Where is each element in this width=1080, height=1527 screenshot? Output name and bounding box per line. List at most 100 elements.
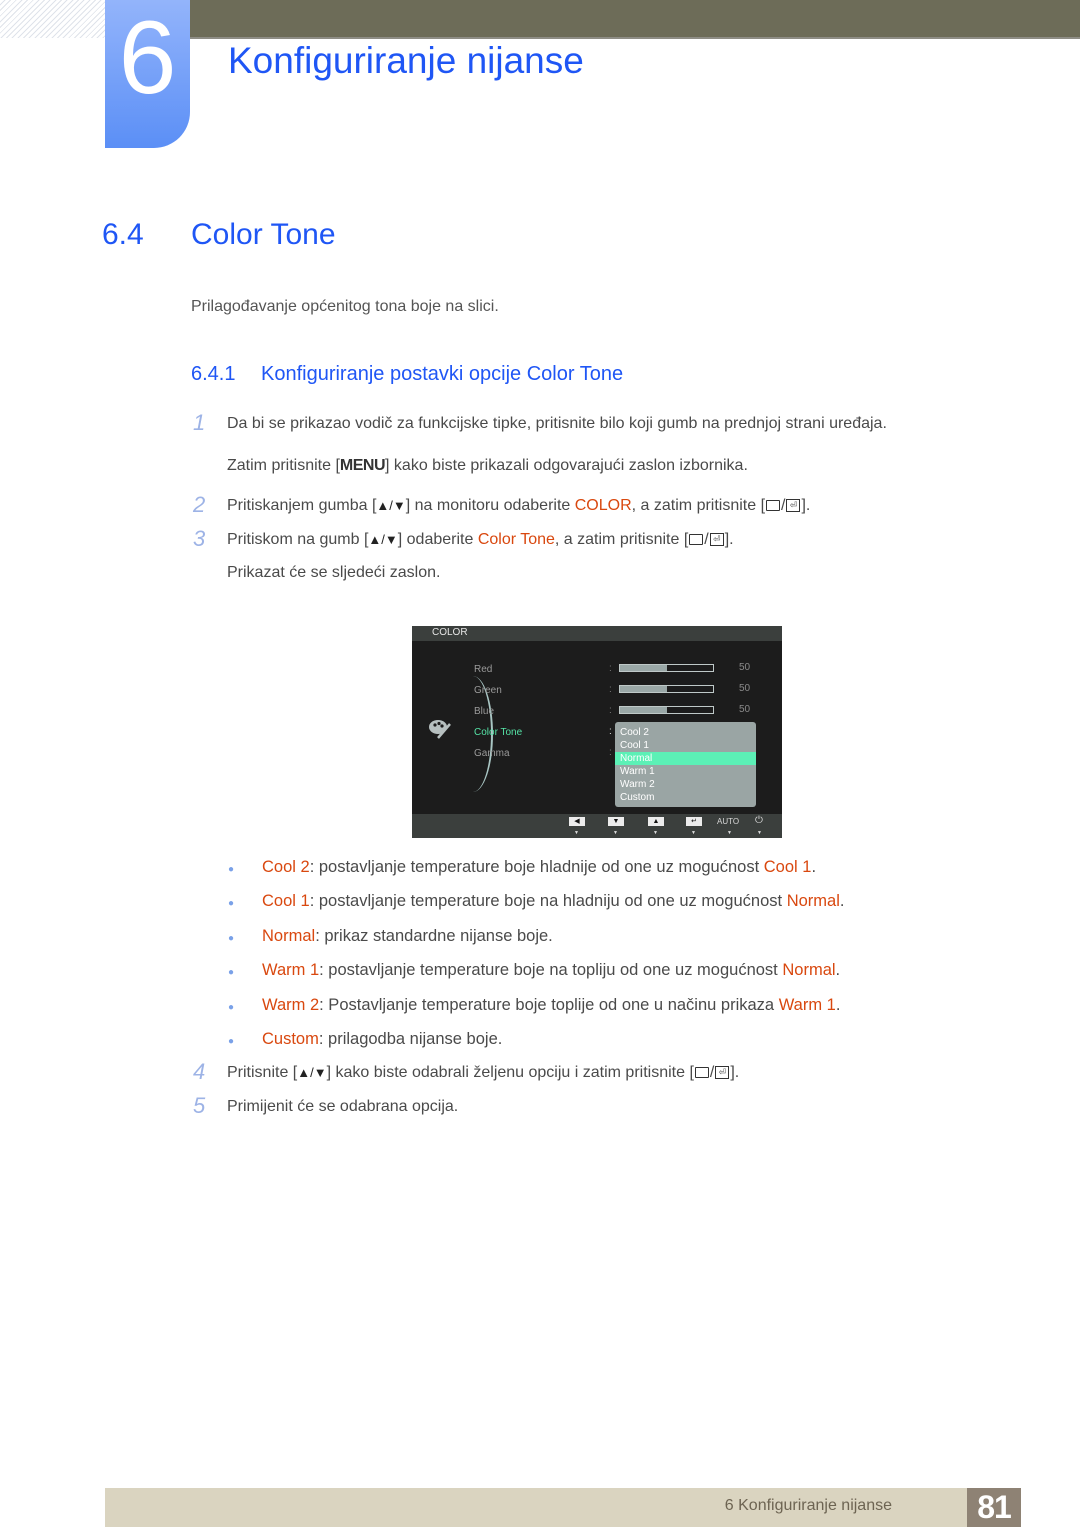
tone-option-cool1[interactable]: Cool 1 xyxy=(615,739,756,752)
tick-icon: ▼ xyxy=(613,830,618,836)
osd-slider-blue[interactable] xyxy=(619,706,714,714)
page-number: 81 xyxy=(967,1488,1021,1527)
up-arrow-button-icon[interactable]: ▲ xyxy=(648,817,664,826)
step-number: 2 xyxy=(193,492,206,517)
option-ref: Normal xyxy=(786,892,840,910)
enter-button-icon[interactable]: ↵ xyxy=(686,817,702,826)
osd-colon: : xyxy=(609,705,612,716)
option-ref: Normal xyxy=(782,961,836,979)
step-number: 1 xyxy=(193,410,206,435)
source-icon xyxy=(766,500,781,512)
text: Zatim pritisnite [ xyxy=(227,457,340,474)
osd-slider-red[interactable] xyxy=(619,664,714,672)
section-title: Color Tone xyxy=(191,218,336,251)
option-desc: : postavljanje temperature boje na topli… xyxy=(319,961,783,979)
slider-fill xyxy=(620,686,667,692)
chapter-tab: 6 xyxy=(105,0,190,148)
step-text: Da bi se prikazao vodič za funkcijske ti… xyxy=(227,415,887,432)
left-arrow-button-icon[interactable]: ◀ xyxy=(569,817,585,826)
tick-icon: ▼ xyxy=(691,830,696,836)
osd-value-green: 50 xyxy=(739,683,751,694)
osd-value-blue: 50 xyxy=(739,704,751,715)
tick-icon: ▼ xyxy=(574,830,579,836)
text: , a zatim pritisnite [ xyxy=(554,531,689,548)
text: , a zatim pritisnite [ xyxy=(631,497,766,514)
slider-fill xyxy=(620,707,667,713)
source-icon xyxy=(689,534,704,546)
auto-button[interactable]: AUTO xyxy=(717,817,739,826)
up-down-arrows-icon: ▲/▼ xyxy=(297,1065,327,1080)
tone-option-normal[interactable]: Normal xyxy=(615,752,756,765)
option-item: Cool 2: postavljanje temperature boje hl… xyxy=(262,858,816,877)
option-ref: Cool 1 xyxy=(763,858,812,876)
osd-title: COLOR xyxy=(432,627,468,638)
text: ]. xyxy=(724,531,734,548)
option-name: Cool 1 xyxy=(262,892,310,910)
step-text: Primijenit će se odabrana opcija. xyxy=(227,1098,459,1115)
down-arrow-button-icon[interactable]: ▼ xyxy=(608,817,624,826)
osd-item-color-tone[interactable]: Color Tone xyxy=(474,727,522,738)
tone-option-warm2[interactable]: Warm 2 xyxy=(615,778,756,791)
option-item: Custom: prilagodba nijanse boje. xyxy=(262,1030,502,1049)
osd-colon: : xyxy=(609,663,612,674)
option-name: Warm 2 xyxy=(262,996,320,1014)
text: . xyxy=(839,892,845,910)
osd-item-green[interactable]: Green xyxy=(474,685,502,696)
step-number: 3 xyxy=(193,526,206,551)
bullet-icon: ● xyxy=(228,1002,235,1013)
subsection-number: 6.4.1 xyxy=(191,363,236,385)
text: ] kako biste odabrali željenu opciju i z… xyxy=(326,1064,694,1081)
bullet-icon: ● xyxy=(228,967,235,978)
text: ]. xyxy=(730,1064,740,1081)
step-number: 5 xyxy=(193,1093,206,1118)
option-desc: : postavljanje temperature boje hladnije… xyxy=(309,858,764,876)
page-footer: 6 Konfiguriranje nijanse xyxy=(105,1488,1020,1527)
text: . xyxy=(835,996,841,1014)
osd-item-gamma[interactable]: Gamma xyxy=(474,748,510,759)
menu-key-icon: MENU xyxy=(339,457,386,474)
step-text: Pritiskom na gumb [▲/▼] odaberite Color … xyxy=(227,531,734,548)
text: Pritiskom na gumb [ xyxy=(227,531,369,548)
bullet-icon: ● xyxy=(228,1036,235,1047)
tone-option-warm1[interactable]: Warm 1 xyxy=(615,765,756,778)
bullet-icon: ● xyxy=(228,864,235,875)
option-desc: : prilagodba nijanse boje. xyxy=(318,1030,503,1048)
tone-option-custom[interactable]: Custom xyxy=(615,791,756,804)
text: ] kako biste prikazali odgovarajući zasl… xyxy=(385,457,748,474)
osd-slider-green[interactable] xyxy=(619,685,714,693)
chapter-title: Konfiguriranje nijanse xyxy=(228,40,584,81)
tick-icon: ▼ xyxy=(727,830,732,836)
option-name: Cool 2 xyxy=(262,858,310,876)
section-intro: Prilagođavanje općenitog tona boje na sl… xyxy=(191,298,499,315)
tick-icon: ▼ xyxy=(653,830,658,836)
bullet-icon: ● xyxy=(228,933,235,944)
osd-colon: : xyxy=(609,747,612,758)
up-down-arrows-icon: ▲/▼ xyxy=(376,498,406,513)
enter-icon: ⏎ xyxy=(786,499,801,513)
enter-icon: ⏎ xyxy=(715,1066,730,1080)
bullet-icon: ● xyxy=(228,898,235,909)
up-down-arrows-icon: ▲/▼ xyxy=(368,532,398,547)
option-item: Warm 2: Postavljanje temperature boje to… xyxy=(262,996,840,1015)
option-item: Cool 1: postavljanje temperature boje na… xyxy=(262,892,844,911)
step-text: Pritisnite [▲/▼] kako biste odabrali žel… xyxy=(227,1064,740,1081)
tone-option-cool2[interactable]: Cool 2 xyxy=(615,726,756,739)
step-text: Zatim pritisnite [MENU] kako biste prika… xyxy=(227,457,748,475)
step-text: Pritiskanjem gumba [▲/▼] na monitoru oda… xyxy=(227,497,811,514)
footer-chapter-label: 6 Konfiguriranje nijanse xyxy=(724,1497,892,1514)
text: ] na monitoru odaberite xyxy=(405,497,575,514)
step-text: Prikazat će se sljedeći zaslon. xyxy=(227,564,441,581)
osd-item-red[interactable]: Red xyxy=(474,664,492,675)
option-item: Normal: prikaz standardne nijanse boje. xyxy=(262,927,553,946)
osd-value-red: 50 xyxy=(739,662,751,673)
text: ] odaberite xyxy=(397,531,478,548)
option-desc: : Postavljanje temperature boje toplije … xyxy=(319,996,779,1014)
osd-colon: : xyxy=(609,726,612,737)
text: . xyxy=(811,858,817,876)
text: ]. xyxy=(801,497,811,514)
subsection-title: Konfiguriranje postavki opcije Color Ton… xyxy=(261,363,624,385)
power-button-icon[interactable]: ⏻ xyxy=(755,815,763,826)
text: Pritisnite [ xyxy=(227,1064,298,1081)
osd-item-blue[interactable]: Blue xyxy=(474,706,494,717)
slider-fill xyxy=(620,665,667,671)
